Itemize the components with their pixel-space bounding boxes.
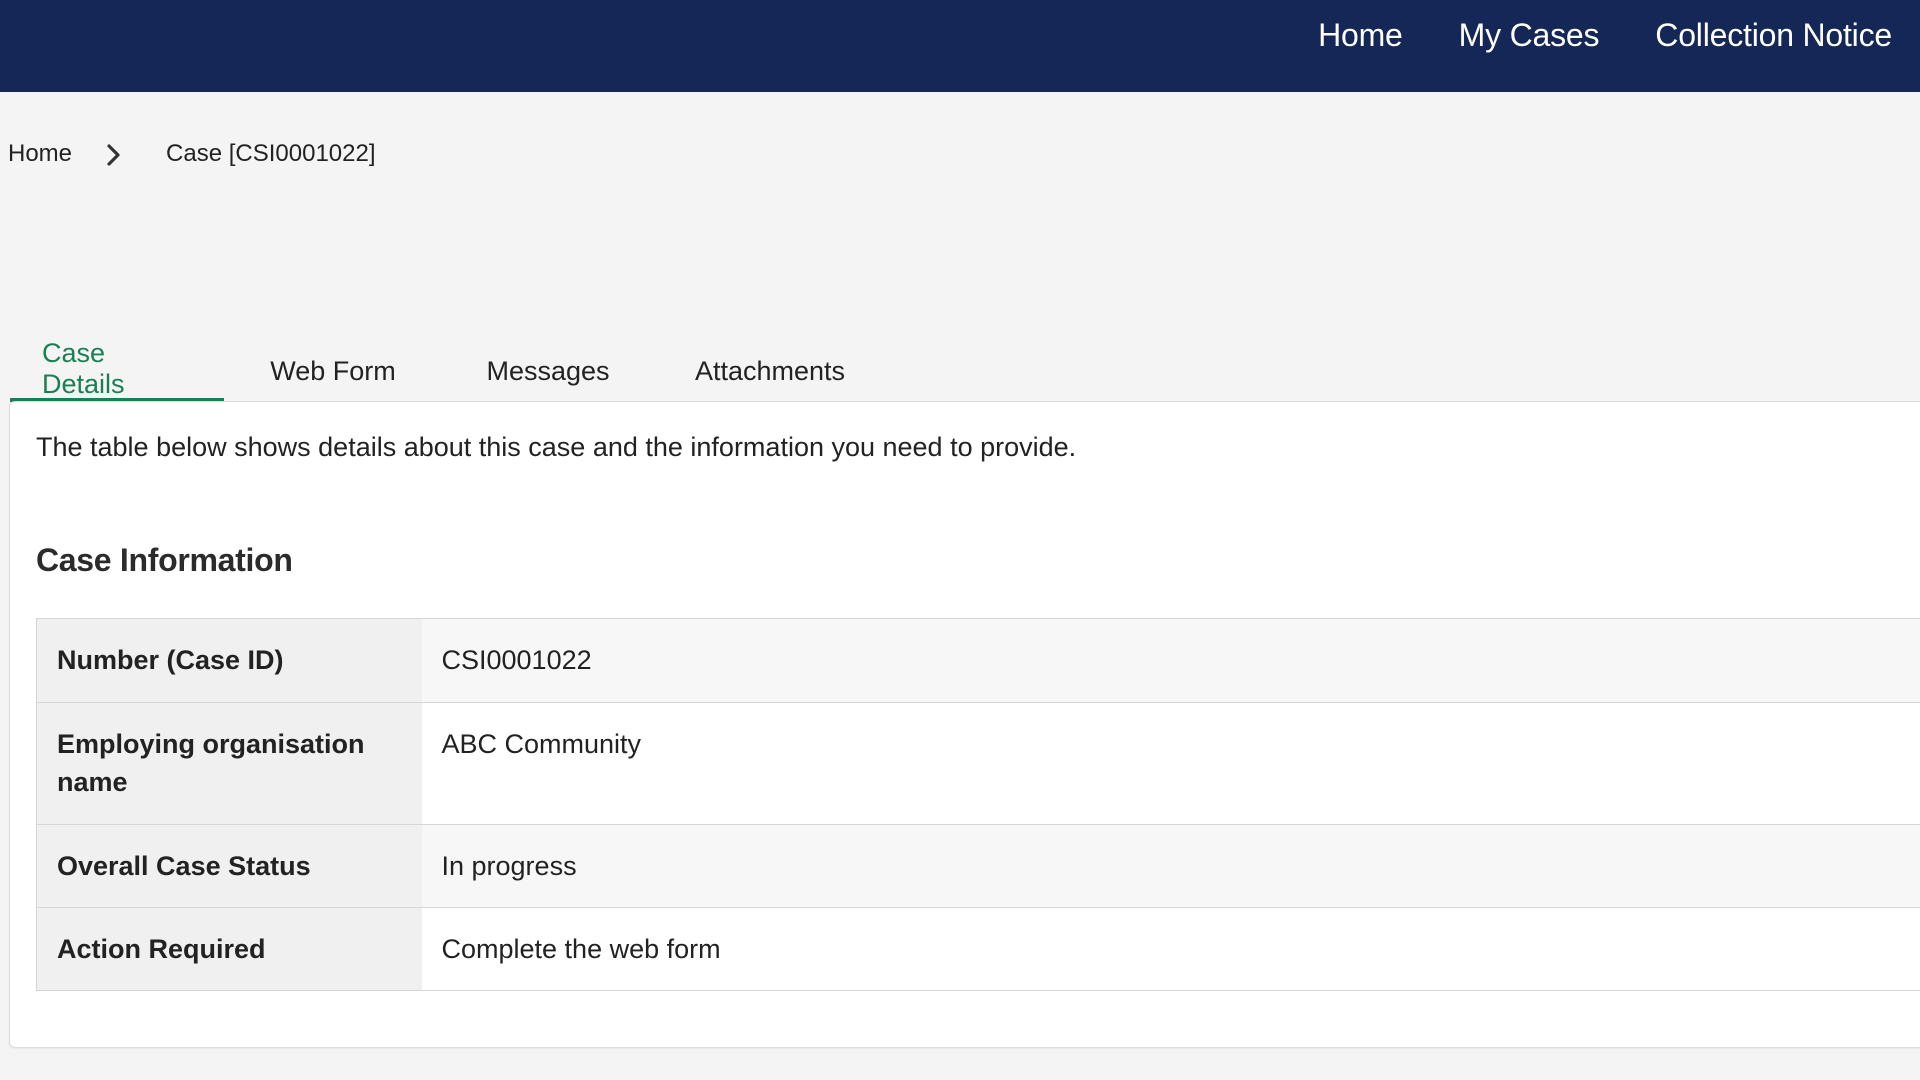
tab-web-form[interactable]: Web Form <box>224 340 442 402</box>
table-row: Action Required Complete the web form <box>36 907 1920 991</box>
nav-home-link[interactable]: Home <box>1318 17 1403 54</box>
row-value: In progress <box>421 824 1920 908</box>
case-tabs: Case Details Web Form Messages Attachmen… <box>10 338 886 402</box>
row-label: Overall Case Status <box>36 824 422 908</box>
top-navigation-bar: Home My Cases Collection Notice <box>0 0 1920 92</box>
row-label: Number (Case ID) <box>36 618 422 703</box>
row-value: ABC Community <box>421 702 1920 825</box>
table-row: Number (Case ID) CSI0001022 <box>36 618 1920 703</box>
case-details-panel: The table below shows details about this… <box>9 401 1920 1048</box>
tab-case-details[interactable]: Case Details <box>10 338 224 402</box>
tab-messages[interactable]: Messages <box>442 340 654 402</box>
row-value: CSI0001022 <box>421 618 1920 703</box>
nav-my-cases-link[interactable]: My Cases <box>1459 17 1600 54</box>
nav-collection-notice-link[interactable]: Collection Notice <box>1655 17 1892 54</box>
table-row: Overall Case Status In progress <box>36 824 1920 908</box>
row-value: Complete the web form <box>421 907 1920 991</box>
row-label: Employing organisation name <box>36 702 422 825</box>
tab-attachments[interactable]: Attachments <box>654 340 886 402</box>
breadcrumb: Home Case [CSI0001022] <box>8 136 376 172</box>
breadcrumb-home-link[interactable]: Home <box>8 140 72 168</box>
breadcrumb-current: Case [CSI0001022] <box>166 140 376 167</box>
chevron-right-icon <box>96 140 136 168</box>
top-nav: Home My Cases Collection Notice <box>1262 0 1892 70</box>
section-title: Case Information <box>36 542 293 578</box>
case-information-table: Number (Case ID) CSI0001022 Employing or… <box>36 618 1920 991</box>
table-row: Employing organisation name ABC Communit… <box>36 702 1920 825</box>
intro-text: The table below shows details about this… <box>36 432 1077 462</box>
row-label: Action Required <box>36 907 422 991</box>
